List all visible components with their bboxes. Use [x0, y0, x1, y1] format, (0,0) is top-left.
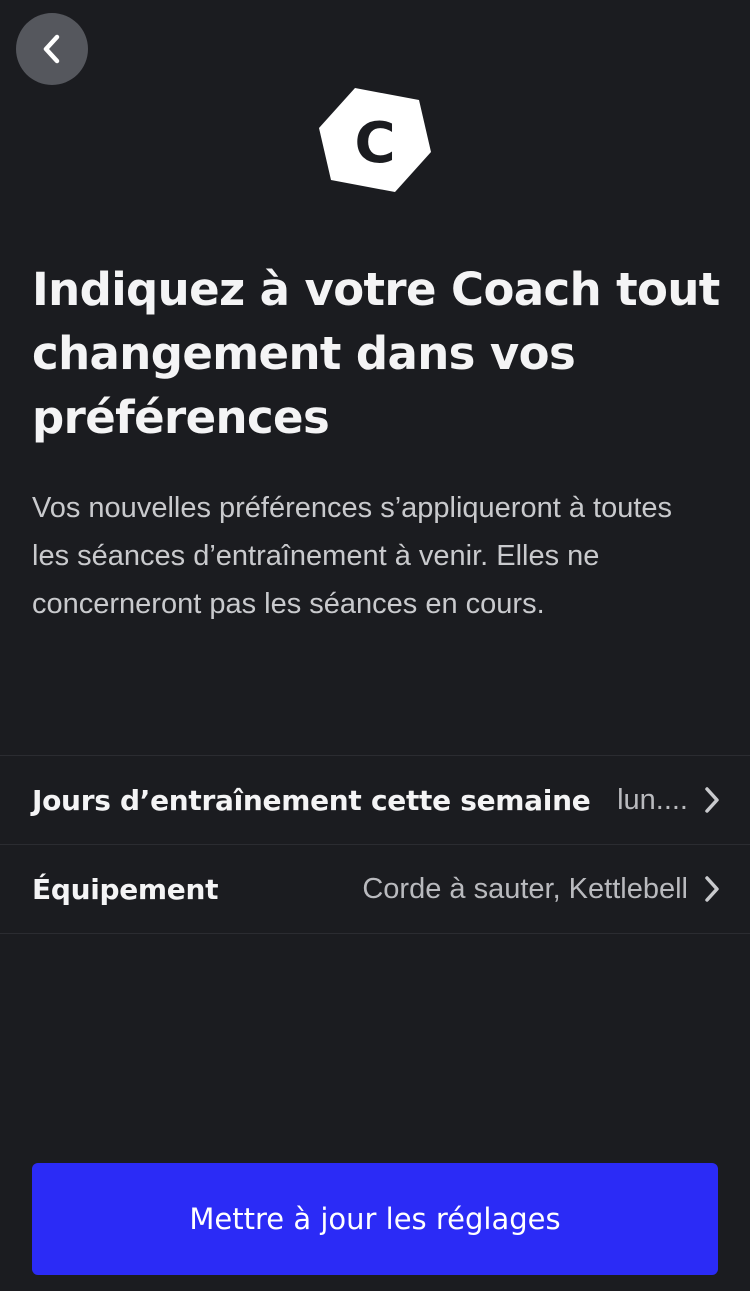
equipment-row[interactable]: Équipement Corde à sauter, Kettlebell	[0, 845, 750, 934]
training-days-label: Jours d’entraînement cette semaine	[32, 783, 591, 817]
chevron-left-icon	[43, 34, 60, 64]
equipment-value: Corde à sauter, Kettlebell	[362, 872, 688, 905]
coach-logo: C	[319, 88, 431, 192]
chevron-right-icon	[705, 787, 719, 813]
settings-list: Jours d’entraînement cette semaine lun..…	[0, 755, 750, 934]
training-days-value: lun....	[617, 783, 688, 816]
update-settings-button[interactable]: Mettre à jour les réglages	[32, 1163, 718, 1275]
chevron-right-icon	[705, 876, 719, 902]
page-description: Vos nouvelles préférences s’appliqueront…	[32, 492, 673, 620]
training-days-row[interactable]: Jours d’entraînement cette semaine lun..…	[0, 756, 750, 845]
page-title: Indiquez à votre Coach tout changement d…	[32, 263, 720, 444]
equipment-label: Équipement	[32, 872, 219, 906]
back-button[interactable]	[16, 13, 88, 85]
logo-letter: C	[354, 111, 395, 176]
